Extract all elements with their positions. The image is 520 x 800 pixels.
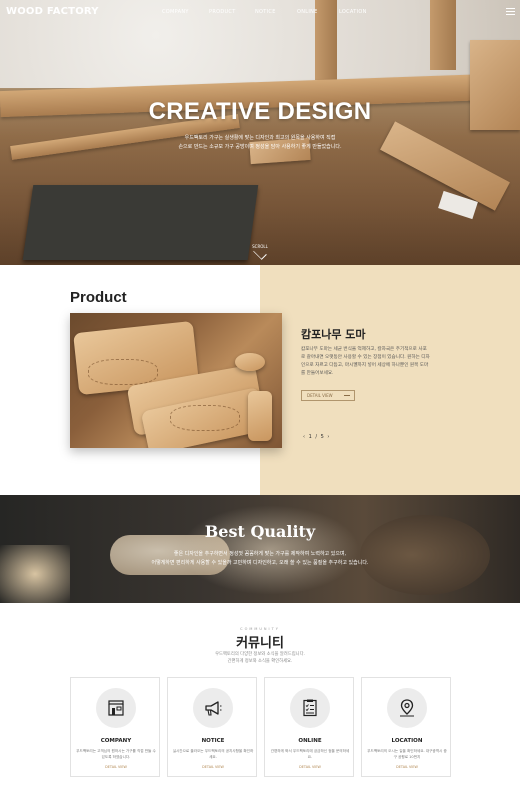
card-title: NOTICE (201, 738, 225, 744)
community-title: 커뮤니티 (236, 636, 284, 651)
hero-section: WOOD FACTORY COMPANY PRODUCT NOTICE ONLI… (0, 0, 520, 265)
product-bottle (248, 391, 272, 441)
community-card-online[interactable]: ONLINE 간편하게 봐서 우드팩토리에 궁금하신 점을 문의하세요. DET… (264, 677, 354, 777)
product-image[interactable] (70, 313, 282, 448)
community-section: COMMUNITY 커뮤니티 우드팩토리의 다양한 정보와 소식을 알려드립니다… (0, 603, 520, 800)
community-description: 우드팩토리의 다양한 정보와 소식을 알려드립니다. 간편하게 정보와 소식을 … (0, 651, 520, 665)
map-pin-icon (400, 699, 414, 717)
product-beige-panel (260, 265, 520, 495)
community-card-company[interactable]: COMPANY 우드팩토리는 고객님의 원하시는 가구를 직접 만들 수 있도록… (70, 677, 160, 777)
hamburger-menu-icon[interactable] (506, 8, 515, 15)
megaphone-icon (205, 701, 222, 716)
quality-description-line: 좋은 디자인을 추구하면서 정성껏 꼼꼼하게 맞는 가구를 제작하여 노력하고 … (173, 551, 347, 557)
hero-subtitle-line: 우드팩토리 가구는 실생활에 맞는 디자인과 최고의 원목을 사용하여 직접 (184, 135, 336, 141)
product-name: 캄포나무 도마 (301, 328, 366, 341)
card-description: 우드팩토리의 오시는 길을 확인하세요. 대구광역시 중구 공평로 10번지 (367, 749, 447, 759)
product-pagination[interactable]: ‹ 1 / 5 › (303, 434, 330, 440)
quality-title: Best Quality (204, 522, 316, 541)
checklist-icon (303, 699, 317, 717)
icon-circle (290, 688, 330, 728)
product-detail-button[interactable]: DETAIL VIEW (301, 390, 355, 401)
card-description: 우드팩토리는 고객님의 원하시는 가구를 직접 만들 수 있도록 하였습니다. (76, 749, 156, 759)
card-title: ONLINE (298, 738, 322, 744)
nav-product[interactable]: PRODUCT (209, 9, 236, 15)
card-title: LOCATION (391, 738, 423, 744)
product-description: 캄포나무 도마는 세균 번식을 억제하고, 칼자국은 주기적으로 사포로 갈아내… (301, 347, 430, 376)
nav-company[interactable]: COMPANY (162, 9, 189, 15)
card-title: COMPANY (100, 738, 132, 744)
card-detail-link[interactable]: DETAIL VIEW (265, 765, 355, 769)
nav-location[interactable]: LOCATION (339, 9, 367, 15)
site-logo[interactable]: WOOD FACTORY (6, 6, 99, 17)
community-card-location[interactable]: LOCATION 우드팩토리의 오시는 길을 확인하세요. 대구광역시 중구 공… (361, 677, 451, 777)
community-description-line: 간편하게 정보와 소식을 확인하세요. (227, 659, 293, 664)
community-card-notice[interactable]: NOTICE 실시간으로 올라오는 우드팩토리의 공지사항을 확인하세요. DE… (167, 677, 257, 777)
card-detail-link[interactable]: DETAIL VIEW (362, 765, 452, 769)
hero-subtitle: 우드팩토리 가구는 실생활에 맞는 디자인과 최고의 원목을 사용하여 직접 손… (0, 134, 520, 152)
card-detail-link[interactable]: DETAIL VIEW (168, 765, 258, 769)
nav-notice[interactable]: NOTICE (255, 9, 276, 15)
hero-subtitle-line: 손으로 만드는 소규모 가구 공방이며 정성을 담아 사용하기 좋게 만들었습니… (178, 144, 342, 150)
arrow-right-icon (344, 395, 350, 396)
community-eyebrow: COMMUNITY (240, 627, 280, 631)
product-carving (88, 359, 158, 385)
product-section-title: Product (70, 289, 127, 306)
hero-title: CREATIVE DESIGN (148, 98, 372, 125)
card-description: 실시간으로 올라오는 우드팩토리의 공지사항을 확인하세요. (172, 749, 254, 759)
icon-circle (193, 688, 233, 728)
hero-cutting-mat (22, 185, 259, 260)
icon-circle (387, 688, 427, 728)
card-detail-link[interactable]: DETAIL VIEW (71, 765, 161, 769)
nav-online[interactable]: ONLINE (297, 9, 318, 15)
icon-circle (96, 688, 136, 728)
card-description: 간편하게 봐서 우드팩토리에 궁금하신 점을 문의하세요. (270, 749, 350, 759)
quality-description: 좋은 디자인을 추구하면서 정성껏 꼼꼼하게 맞는 가구를 제작하여 노력하고 … (0, 550, 520, 568)
shop-icon (108, 700, 124, 716)
quality-section: Best Quality 좋은 디자인을 추구하면서 정성껏 꼼꼼하게 맞는 가… (0, 495, 520, 603)
detail-button-label: DETAIL VIEW (307, 393, 333, 398)
product-carving (170, 405, 240, 431)
product-section: Product 캄포나무 도마 캄포나무 도마는 세균 번식을 억제하고, 칼자… (0, 265, 520, 495)
scroll-indicator[interactable]: SCROLL (252, 244, 268, 260)
community-description-line: 우드팩토리의 다양한 정보와 소식을 알려드립니다. (215, 652, 305, 657)
quality-description-line: 어떻게하면 편리하게 사용할 수 있을까 고민하며 디자인하고, 오래 쓸 수 … (151, 560, 369, 566)
product-bowl (235, 353, 265, 371)
top-navigation: WOOD FACTORY COMPANY PRODUCT NOTICE ONLI… (0, 0, 520, 26)
